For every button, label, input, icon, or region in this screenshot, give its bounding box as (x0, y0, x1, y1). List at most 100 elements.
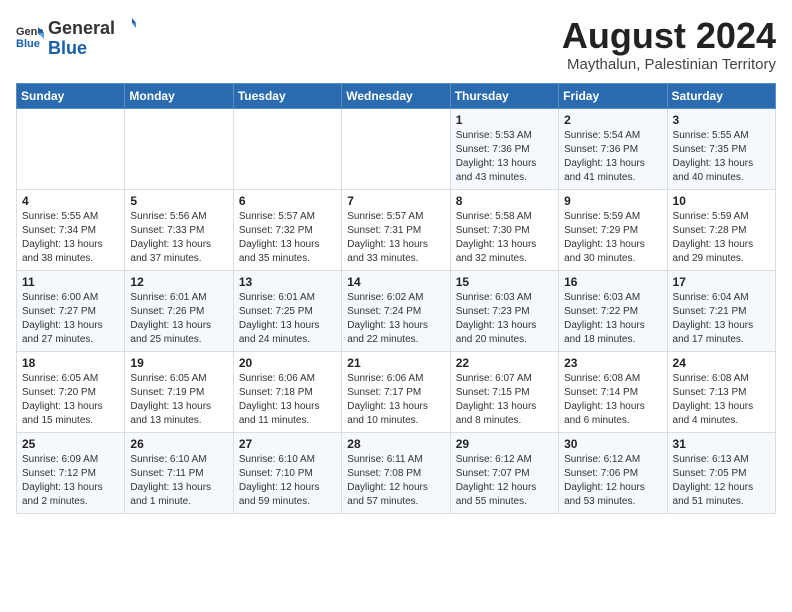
logo-blue-text: Blue (48, 39, 137, 59)
calendar-cell: 30Sunrise: 6:12 AMSunset: 7:06 PMDayligh… (559, 432, 667, 513)
calendar-cell: 26 Sunrise: 6:10 AMSunset: 7:11 PMDayligh… (125, 432, 233, 513)
calendar-cell: 3 Sunrise: 5:55 AMSunset: 7:35 PMDaylight… (667, 108, 775, 189)
logo-general-text: General (48, 19, 115, 39)
week-row-5: 25Sunrise: 6:09 AMSunset: 7:12 PMDayligh… (17, 432, 776, 513)
cell-content: Sunrise: 6:05 AMSunset: 7:19 PMDaylight:… (130, 372, 227, 428)
cell-content: Sunrise: 5:54 AMSunset: 7:36 PMDaylight:… (564, 129, 661, 185)
cell-content: Sunrise: 6:01 AMSunset: 7:25 PMDaylight:… (239, 291, 336, 347)
day-number: 17 (673, 275, 770, 289)
header-saturday: Saturday (667, 83, 775, 108)
day-number: 6 (239, 194, 336, 208)
logo-icon: General Blue (16, 23, 44, 51)
calendar-cell: 7Sunrise: 5:57 AMSunset: 7:31 PMDaylight… (342, 189, 450, 270)
svg-text:Blue: Blue (16, 38, 40, 50)
day-number: 14 (347, 275, 444, 289)
header-thursday: Thursday (450, 83, 558, 108)
logo: General Blue General Blue (16, 16, 137, 59)
calendar-cell: 28Sunrise: 6:11 AMSunset: 7:08 PMDayligh… (342, 432, 450, 513)
day-number: 11 (22, 275, 119, 289)
cell-content: Sunrise: 6:10 AMSunset: 7:10 PMDaylight:… (239, 453, 336, 509)
calendar-table: SundayMondayTuesdayWednesdayThursdayFrid… (16, 83, 776, 514)
calendar-cell: 25Sunrise: 6:09 AMSunset: 7:12 PMDayligh… (17, 432, 125, 513)
day-number: 4 (22, 194, 119, 208)
cell-content: Sunrise: 6:05 AMSunset: 7:20 PMDaylight:… (22, 372, 119, 428)
day-number: 18 (22, 356, 119, 370)
cell-content: Sunrise: 5:59 AMSunset: 7:28 PMDaylight:… (673, 210, 770, 266)
day-number: 16 (564, 275, 661, 289)
day-number: 25 (22, 437, 119, 451)
calendar-cell: 18 Sunrise: 6:05 AMSunset: 7:20 PMDayligh… (17, 351, 125, 432)
title-section: August 2024 Maythalun, Palestinian Terri… (562, 16, 776, 73)
cell-content: Sunrise: 5:57 AMSunset: 7:32 PMDaylight:… (239, 210, 336, 266)
day-number: 23 (564, 356, 661, 370)
cell-content: Sunrise: 6:07 AMSunset: 7:15 PMDaylight:… (456, 372, 553, 428)
calendar-cell: 12Sunrise: 6:01 AMSunset: 7:26 PMDayligh… (125, 270, 233, 351)
calendar-header-row: SundayMondayTuesdayWednesdayThursdayFrid… (17, 83, 776, 108)
calendar-cell (17, 108, 125, 189)
header-sunday: Sunday (17, 83, 125, 108)
week-row-1: 1Sunrise: 5:53 AMSunset: 7:36 PMDaylight… (17, 108, 776, 189)
calendar-cell: 27 Sunrise: 6:10 AMSunset: 7:10 PMDayligh… (233, 432, 341, 513)
header-friday: Friday (559, 83, 667, 108)
cell-content: Sunrise: 6:12 AMSunset: 7:07 PMDaylight:… (456, 453, 553, 509)
day-number: 27 (239, 437, 336, 451)
calendar-cell: 24 Sunrise: 6:08 AMSunset: 7:13 PMDayligh… (667, 351, 775, 432)
calendar-cell: 5 Sunrise: 5:56 AMSunset: 7:33 PMDaylight… (125, 189, 233, 270)
day-number: 22 (456, 356, 553, 370)
header-monday: Monday (125, 83, 233, 108)
day-number: 12 (130, 275, 227, 289)
day-number: 19 (130, 356, 227, 370)
cell-content: Sunrise: 5:58 AMSunset: 7:30 PMDaylight:… (456, 210, 553, 266)
cell-content: Sunrise: 6:10 AMSunset: 7:11 PMDaylight:… (130, 453, 227, 509)
calendar-cell: 22 Sunrise: 6:07 AMSunset: 7:15 PMDayligh… (450, 351, 558, 432)
day-number: 21 (347, 356, 444, 370)
day-number: 9 (564, 194, 661, 208)
cell-content: Sunrise: 6:08 AMSunset: 7:13 PMDaylight:… (673, 372, 770, 428)
calendar-cell: 8Sunrise: 5:58 AMSunset: 7:30 PMDaylight… (450, 189, 558, 270)
day-number: 5 (130, 194, 227, 208)
cell-content: Sunrise: 6:03 AMSunset: 7:23 PMDaylight:… (456, 291, 553, 347)
calendar-cell: 2Sunrise: 5:54 AMSunset: 7:36 PMDaylight… (559, 108, 667, 189)
cell-content: Sunrise: 6:11 AMSunset: 7:08 PMDaylight:… (347, 453, 444, 509)
day-number: 24 (673, 356, 770, 370)
calendar-cell: 1Sunrise: 5:53 AMSunset: 7:36 PMDaylight… (450, 108, 558, 189)
week-row-3: 11 Sunrise: 6:00 AMSunset: 7:27 PMDayligh… (17, 270, 776, 351)
calendar-cell: 17Sunrise: 6:04 AMSunset: 7:21 PMDayligh… (667, 270, 775, 351)
month-year-title: August 2024 (562, 16, 776, 56)
cell-content: Sunrise: 6:02 AMSunset: 7:24 PMDaylight:… (347, 291, 444, 347)
week-row-2: 4 Sunrise: 5:55 AMSunset: 7:34 PMDaylight… (17, 189, 776, 270)
day-number: 1 (456, 113, 553, 127)
day-number: 10 (673, 194, 770, 208)
day-number: 3 (673, 113, 770, 127)
calendar-cell: 11 Sunrise: 6:00 AMSunset: 7:27 PMDayligh… (17, 270, 125, 351)
cell-content: Sunrise: 5:56 AMSunset: 7:33 PMDaylight:… (130, 210, 227, 266)
calendar-cell: 6 Sunrise: 5:57 AMSunset: 7:32 PMDaylight… (233, 189, 341, 270)
calendar-cell (125, 108, 233, 189)
day-number: 31 (673, 437, 770, 451)
header-tuesday: Tuesday (233, 83, 341, 108)
page-header: General Blue General Blue August 2024 Ma… (16, 16, 776, 73)
cell-content: Sunrise: 5:57 AMSunset: 7:31 PMDaylight:… (347, 210, 444, 266)
cell-content: Sunrise: 6:08 AMSunset: 7:14 PMDaylight:… (564, 372, 661, 428)
day-number: 20 (239, 356, 336, 370)
day-number: 13 (239, 275, 336, 289)
day-number: 15 (456, 275, 553, 289)
day-number: 26 (130, 437, 227, 451)
logo-bird-icon (118, 16, 136, 34)
calendar-cell: 9Sunrise: 5:59 AMSunset: 7:29 PMDaylight… (559, 189, 667, 270)
calendar-cell: 19 Sunrise: 6:05 AMSunset: 7:19 PMDayligh… (125, 351, 233, 432)
cell-content: Sunrise: 5:55 AMSunset: 7:35 PMDaylight:… (673, 129, 770, 185)
calendar-cell: 4 Sunrise: 5:55 AMSunset: 7:34 PMDaylight… (17, 189, 125, 270)
cell-content: Sunrise: 5:55 AMSunset: 7:34 PMDaylight:… (22, 210, 119, 266)
calendar-cell: 14 Sunrise: 6:02 AMSunset: 7:24 PMDayligh… (342, 270, 450, 351)
calendar-cell (233, 108, 341, 189)
calendar-cell: 15 Sunrise: 6:03 AMSunset: 7:23 PMDayligh… (450, 270, 558, 351)
calendar-cell (342, 108, 450, 189)
cell-content: Sunrise: 6:00 AMSunset: 7:27 PMDaylight:… (22, 291, 119, 347)
day-number: 30 (564, 437, 661, 451)
calendar-cell: 13 Sunrise: 6:01 AMSunset: 7:25 PMDayligh… (233, 270, 341, 351)
week-row-4: 18 Sunrise: 6:05 AMSunset: 7:20 PMDayligh… (17, 351, 776, 432)
location-subtitle: Maythalun, Palestinian Territory (562, 56, 776, 73)
header-wednesday: Wednesday (342, 83, 450, 108)
cell-content: Sunrise: 6:13 AMSunset: 7:05 PMDaylight:… (673, 453, 770, 509)
